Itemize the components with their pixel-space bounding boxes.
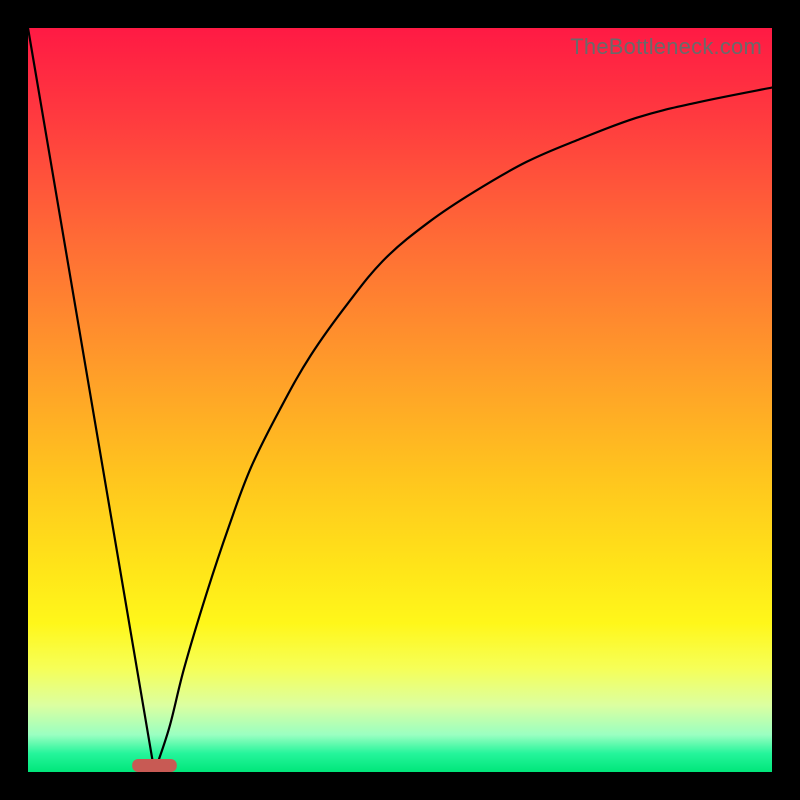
gradient-background	[28, 28, 772, 772]
minimum-marker	[132, 759, 177, 772]
chart-svg	[28, 28, 772, 772]
chart-frame: TheBottleneck.com	[0, 0, 800, 800]
plot-area: TheBottleneck.com	[28, 28, 772, 772]
watermark-text: TheBottleneck.com	[570, 34, 762, 60]
